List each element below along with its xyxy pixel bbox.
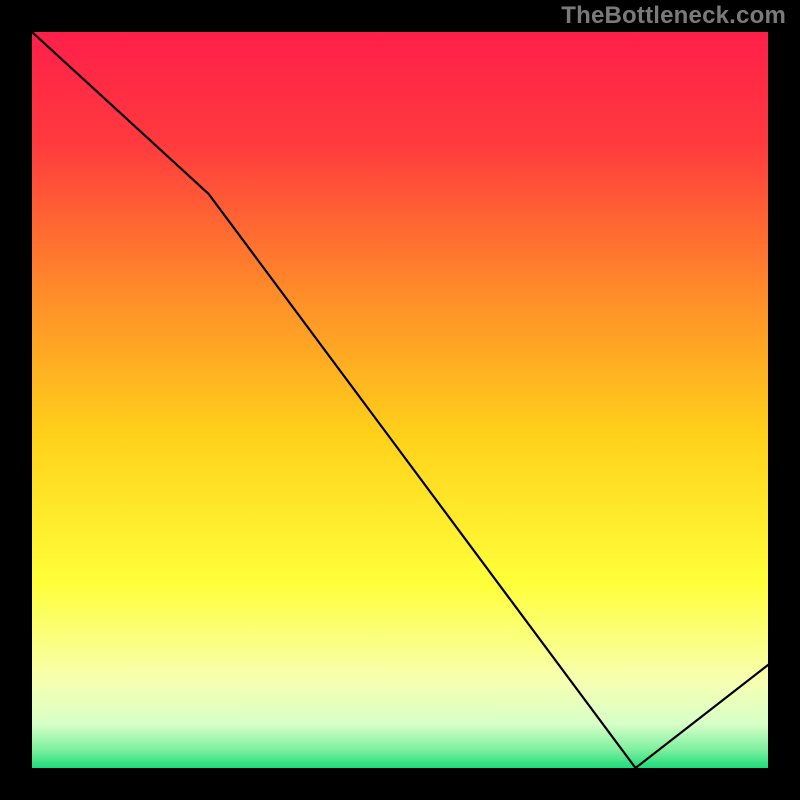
plot-area (32, 32, 768, 768)
chart-frame: TheBottleneck.com (0, 0, 800, 800)
chart-svg (32, 32, 768, 768)
gradient-background (32, 32, 768, 768)
watermark-text: TheBottleneck.com (561, 2, 786, 30)
